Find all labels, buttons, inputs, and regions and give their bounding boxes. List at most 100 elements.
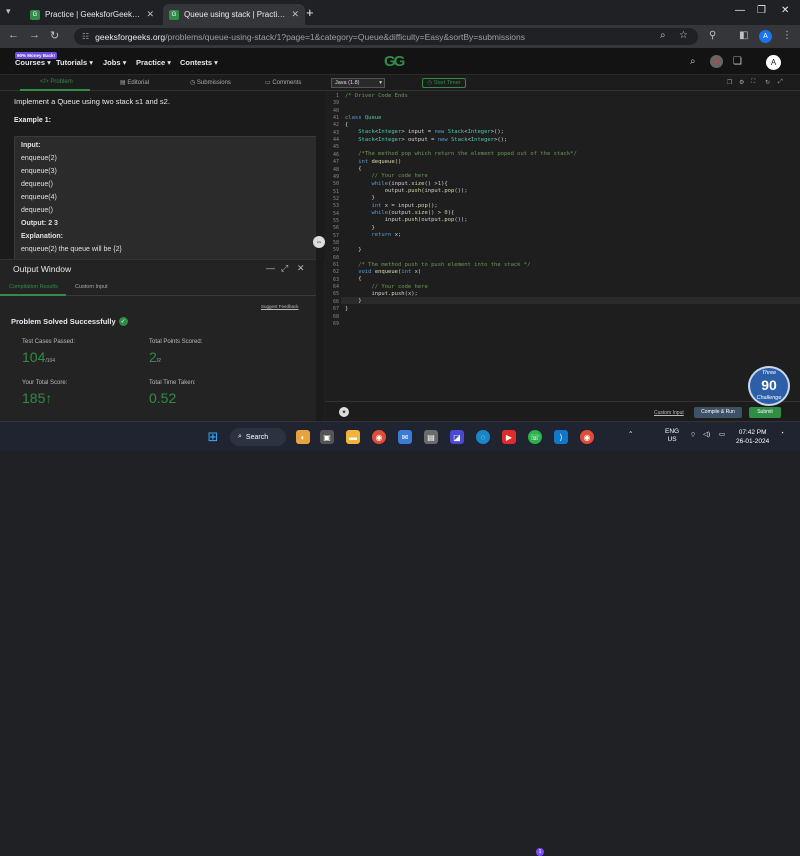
line-number: 59 xyxy=(332,247,339,254)
tab-submissions[interactable]: ◷ Submissions xyxy=(190,79,231,86)
tab-compilation-results[interactable]: Compilation Results xyxy=(9,284,58,290)
side-panel-icon[interactable]: ◧ xyxy=(739,30,748,41)
stat-value-time: 0.52 xyxy=(149,390,177,406)
gfg-favicon-icon: G xyxy=(169,9,179,20)
suggest-feedback-link[interactable]: Suggest Feedback xyxy=(261,304,299,309)
close-tab-icon[interactable]: ✕ xyxy=(146,9,154,20)
nav-contests[interactable]: Contests ▾ xyxy=(180,58,218,67)
fullscreen-icon[interactable]: ⛶ xyxy=(751,79,755,86)
stat-label: Your Total Score: xyxy=(22,380,68,386)
line-number: 49 xyxy=(332,173,339,180)
chrome-profile-icon[interactable]: ◉ xyxy=(580,430,594,444)
mail-icon[interactable]: ✉ xyxy=(398,430,412,444)
windows-start-icon[interactable]: ⊞ xyxy=(206,429,220,444)
notifications-bell-icon[interactable]: ◔ xyxy=(780,430,784,437)
user-avatar[interactable]: A xyxy=(766,55,781,70)
compile-run-button[interactable]: Compile & Run xyxy=(694,407,742,418)
menu-icon[interactable]: ⋮ xyxy=(782,30,792,41)
search-icon[interactable]: ⌕ xyxy=(690,56,696,67)
app-icon[interactable]: ◪ xyxy=(450,430,464,444)
code-line: int x = input.pop(); xyxy=(371,202,438,209)
restore-icon[interactable]: ❐ xyxy=(757,5,766,16)
reload-icon[interactable]: ↻ xyxy=(50,29,59,42)
wifi-icon[interactable]: ⌔ xyxy=(690,430,696,439)
line-number: 41 xyxy=(332,115,339,122)
close-output-icon[interactable]: ✕ xyxy=(297,263,305,274)
nav-courses[interactable]: Courses ▾ xyxy=(15,58,51,67)
extensions-icon[interactable]: ⚲ xyxy=(709,30,716,41)
notifications-icon[interactable]: ❏ xyxy=(733,56,742,67)
tray-chevron-up-icon[interactable]: ⌃ xyxy=(628,430,633,438)
panel-divider[interactable] xyxy=(316,91,324,421)
example-line: dequeue() xyxy=(21,207,53,214)
profile-avatar[interactable]: A xyxy=(759,30,772,43)
line-number: 46 xyxy=(332,151,339,158)
code-line: } xyxy=(345,305,349,312)
youtube-icon[interactable]: ▶ xyxy=(502,430,516,444)
nav-practice[interactable]: Practice ▾ xyxy=(136,58,171,67)
battery-icon[interactable]: ▭ xyxy=(719,430,725,438)
zoom-icon[interactable]: ⌕ xyxy=(660,30,666,41)
tab-problem[interactable]: </> Problem xyxy=(40,79,73,85)
chrome-icon[interactable]: ◉ xyxy=(372,430,386,444)
gfg-logo[interactable]: GG xyxy=(384,53,405,70)
nav-tutorials[interactable]: Tutorials ▾ xyxy=(56,58,93,67)
tab-editorial[interactable]: ▤ Editorial xyxy=(120,79,149,86)
gfg-favicon-icon: G xyxy=(30,9,40,20)
file-explorer-icon[interactable]: ▬ xyxy=(346,430,360,444)
address-bar[interactable]: ☷ geeksforgeeks.org/problems/queue-using… xyxy=(74,28,698,45)
code-line: int dequeue() xyxy=(358,158,402,165)
minimize-icon[interactable]: — xyxy=(735,5,745,16)
taskbar-search[interactable]: ⌕ Search xyxy=(230,428,286,446)
minimize-output-icon[interactable]: — xyxy=(266,263,275,273)
expand-output-icon[interactable]: ⤢ xyxy=(281,263,288,274)
ai-assistant-icon[interactable]: ✦ xyxy=(339,407,349,417)
store-icon[interactable]: ▤ xyxy=(424,430,438,444)
volume-icon[interactable]: ◁) xyxy=(703,430,710,438)
custom-input-link[interactable]: Custom Input xyxy=(654,410,684,416)
output-window-title: Output Window xyxy=(13,264,72,274)
code-editor[interactable]: 1 39 40 41 42 43 44 45 46 47 48 49 50 51 52 53 54 55 56 57 5… xyxy=(325,91,800,401)
close-window-icon[interactable]: ✕ xyxy=(781,5,789,16)
start-timer-button[interactable]: ◷ Start Timer xyxy=(422,78,466,88)
copy-icon[interactable]: ❐ xyxy=(727,79,732,86)
line-number: 65 xyxy=(332,291,339,298)
bookmark-star-icon[interactable]: ☆ xyxy=(679,30,688,41)
code-line: /*The method pop which return the elemen… xyxy=(345,151,577,158)
tab-comments[interactable]: ▭ Comments xyxy=(265,79,301,86)
submit-button[interactable]: Submit xyxy=(749,407,781,418)
back-icon[interactable]: ← xyxy=(8,29,19,41)
stat-value-total-score: 185↑ xyxy=(22,390,53,406)
new-tab-icon[interactable]: + xyxy=(306,5,314,20)
language-select[interactable]: Java (1.8) ▾ xyxy=(331,78,385,88)
code-line: void enqueue(int x) xyxy=(358,268,422,275)
theme-toggle-icon[interactable]: ☀ xyxy=(710,55,723,68)
reset-icon[interactable]: ↻ xyxy=(765,79,770,86)
settings-icon[interactable]: ⚙ xyxy=(739,79,744,86)
resize-handle-icon[interactable]: ⇔ xyxy=(313,236,325,248)
language-indicator[interactable]: ENG US xyxy=(665,428,679,444)
line-number: 48 xyxy=(332,166,339,173)
challenge-top-text: Three xyxy=(761,370,777,376)
whatsapp-icon[interactable]: ☏ xyxy=(528,430,542,444)
tab-search-icon[interactable]: ▾ xyxy=(6,6,11,17)
code-line: // Your code here xyxy=(345,283,428,290)
browser-tab-queue-using-stack[interactable]: G Queue using stack | Practice | G ✕ xyxy=(163,4,305,25)
browser-tab-practice[interactable]: G Practice | GeeksforGeeks | A co ✕ xyxy=(24,4,160,25)
tab-custom-input[interactable]: Custom Input xyxy=(75,284,108,290)
line-number: 58 xyxy=(332,240,339,246)
stat-value-test-cases: 104/104 xyxy=(22,349,56,365)
taskbar-clock[interactable]: 07:42 PM 26-01-2024 xyxy=(736,428,769,446)
forward-icon[interactable]: → xyxy=(29,29,40,41)
expand-icon[interactable]: ⤢ xyxy=(778,79,783,86)
tab-title: Queue using stack | Practice | G xyxy=(184,10,286,19)
nav-jobs[interactable]: Jobs ▾ xyxy=(103,58,126,67)
task-view-icon[interactable]: ▣ xyxy=(320,430,334,444)
close-tab-icon[interactable]: ✕ xyxy=(291,9,299,20)
site-info-icon[interactable]: ☷ xyxy=(82,32,89,41)
edge-icon[interactable]: ◌ xyxy=(476,430,490,444)
vscode-icon[interactable]: ⟩ xyxy=(554,430,568,444)
code-line: return x; xyxy=(371,232,402,239)
challenge-badge[interactable]: Three 90 Challenge xyxy=(748,366,790,406)
widgets-icon[interactable]: ◐ xyxy=(296,430,310,444)
